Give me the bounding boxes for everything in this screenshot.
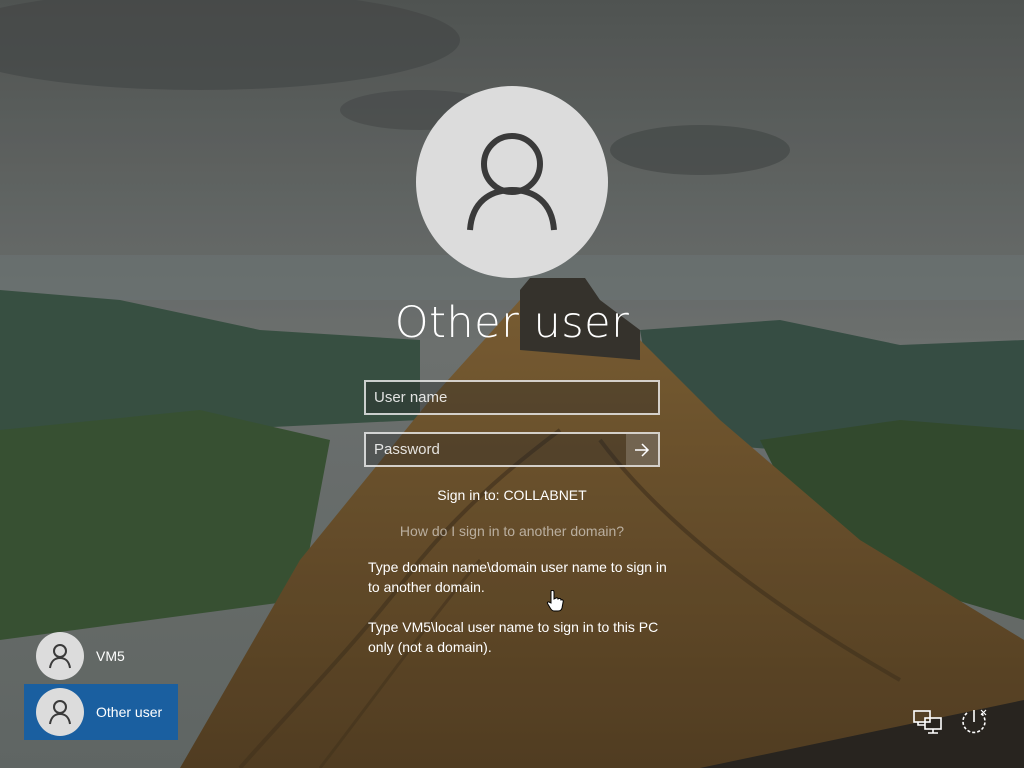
user-avatar-small <box>36 632 84 680</box>
arrow-right-icon <box>635 442 650 457</box>
user-tile-label: VM5 <box>96 648 125 664</box>
user-tile-vm5[interactable]: VM5 <box>24 628 178 684</box>
power-button[interactable] <box>958 706 990 738</box>
user-icon <box>49 644 71 669</box>
user-tile-other-user[interactable]: Other user <box>24 684 178 740</box>
user-avatar-large <box>416 86 608 278</box>
network-icon <box>913 710 942 734</box>
network-button[interactable] <box>912 706 944 738</box>
user-avatar-small <box>36 688 84 736</box>
signin-domain-label: Sign in to: COLLABNET <box>437 487 587 503</box>
username-input[interactable] <box>366 382 658 413</box>
user-icon <box>467 133 557 231</box>
help-text-domain: Type domain name\domain user name to sig… <box>368 559 667 595</box>
user-icon <box>49 700 71 725</box>
password-input[interactable] <box>366 434 627 465</box>
power-icon <box>962 709 987 734</box>
mouse-cursor-icon <box>546 590 564 612</box>
password-field[interactable] <box>364 432 660 467</box>
submit-button[interactable] <box>626 434 658 465</box>
help-link[interactable]: How do I sign in to another domain? <box>312 523 712 539</box>
user-tile-label: Other user <box>96 704 163 720</box>
page-title: Other user <box>394 298 630 348</box>
help-text-local: Type VM5\local user name to sign in to t… <box>368 619 659 655</box>
username-field[interactable] <box>364 380 660 415</box>
